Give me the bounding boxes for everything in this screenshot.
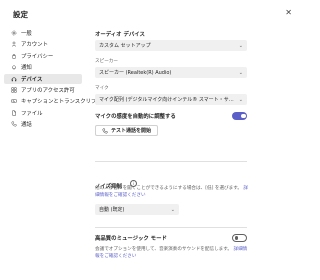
noise-value: 自動 (既定) — [99, 207, 125, 213]
noise-description: 他の人が音声を聞くことができるようにする場合は、[低] を選びます。 詳細情報を… — [95, 185, 250, 199]
close-icon[interactable]: ✕ — [285, 8, 292, 17]
chevron-down-icon: ⌄ — [170, 206, 175, 213]
sidebar-item-label: プライバシー — [21, 53, 54, 60]
sidebar-item[interactable]: アプリのアクセス許可 — [4, 85, 82, 95]
auto-adjust-toggle[interactable] — [232, 112, 247, 120]
phone-icon — [11, 121, 17, 127]
auto-adjust-label: マイクの感度を自動的に調整する — [95, 114, 176, 120]
sidebar-item-label: 通話 — [21, 122, 32, 129]
chevron-down-icon: ⌄ — [238, 42, 243, 49]
sidebar-item-label: ファイル — [21, 110, 43, 117]
sidebar-item[interactable]: 通知 — [4, 62, 82, 72]
mic-value: マイク配列 (デジタルマイク向けインテル® スマート・サウンド・テク... — [99, 97, 236, 103]
sidebar-item[interactable]: 一般 — [4, 28, 82, 38]
music-mode-label: 高品質のミュージック モード — [95, 236, 167, 242]
sidebar-item[interactable]: デバイス — [4, 73, 82, 84]
sidebar-item-label: キャプションとトランスクリプト — [21, 99, 102, 106]
music-desc-text: 会議でオプションを使用して、音楽演奏のサウンドを配信します。 — [95, 247, 232, 252]
bell-icon — [12, 65, 16, 70]
sidebar-item-label: アプリのアクセス許可 — [21, 87, 75, 94]
window-title: 設定 — [13, 10, 28, 19]
chevron-down-icon: ⌄ — [238, 69, 243, 76]
sidebar-item-label: デバイス — [21, 76, 43, 83]
sidebar-item[interactable]: 通話 — [4, 119, 82, 129]
divider — [95, 161, 247, 162]
noise-suppression-select[interactable]: 自動 (既定) ⌄ — [95, 204, 179, 215]
music-mode-toggle[interactable] — [232, 234, 247, 242]
speaker-select[interactable]: スピーカー (Realtek(R) Audio) ⌄ — [95, 67, 247, 78]
lock-icon — [12, 53, 16, 59]
speaker-value: スピーカー (Realtek(R) Audio) — [99, 70, 172, 76]
sidebar-item-label: 一般 — [21, 31, 32, 37]
sidebar-item[interactable]: キャプションとトランスクリプト — [4, 96, 102, 106]
test-call-label: テスト通話を開始 — [111, 128, 152, 134]
noise-desc-text: 他の人が音声を聞くことができるようにする場合は、[低] を選びます。 — [95, 186, 242, 191]
divider — [95, 227, 247, 228]
sidebar-item[interactable]: プライバシー — [4, 51, 82, 61]
test-call-button[interactable]: テスト通話を開始 — [95, 125, 159, 136]
audio-device-value: カスタム セットアップ — [99, 43, 151, 49]
music-mode-row: 高品質のミュージック モード — [95, 234, 247, 242]
sidebar-item[interactable]: ファイル — [4, 108, 82, 118]
captions-icon — [11, 99, 17, 104]
sidebar-item-label: 通知 — [21, 65, 32, 72]
sidebar-item-label: アカウント — [21, 42, 48, 49]
sidebar-item[interactable]: アカウント — [4, 39, 82, 49]
mic-select[interactable]: マイク配列 (デジタルマイク向けインテル® スマート・サウンド・テク... ⌄ — [95, 94, 247, 105]
file-icon — [12, 110, 16, 116]
grid-icon — [11, 87, 17, 93]
headset-icon — [11, 76, 17, 81]
speaker-label: スピーカー — [95, 59, 118, 64]
settings-sidebar: 一般アカウントプライバシー 通知デバイスアプリのアクセス許可キャプションとトランス… — [4, 28, 102, 131]
gear-icon — [11, 30, 17, 36]
audio-device-select[interactable]: カスタム セットアップ ⌄ — [95, 40, 247, 51]
mic-label: マイク — [95, 86, 109, 91]
phone-icon — [102, 128, 108, 133]
audio-devices-heading: オーディオ デバイス — [95, 32, 145, 38]
music-description: 会議でオプションを使用して、音楽演奏のサウンドを配信します。 詳細情報をご確認く… — [95, 246, 250, 260]
auto-adjust-row: マイクの感度を自動的に調整する — [95, 112, 247, 120]
chevron-down-icon: ⌄ — [238, 96, 243, 103]
person-icon — [11, 42, 17, 48]
